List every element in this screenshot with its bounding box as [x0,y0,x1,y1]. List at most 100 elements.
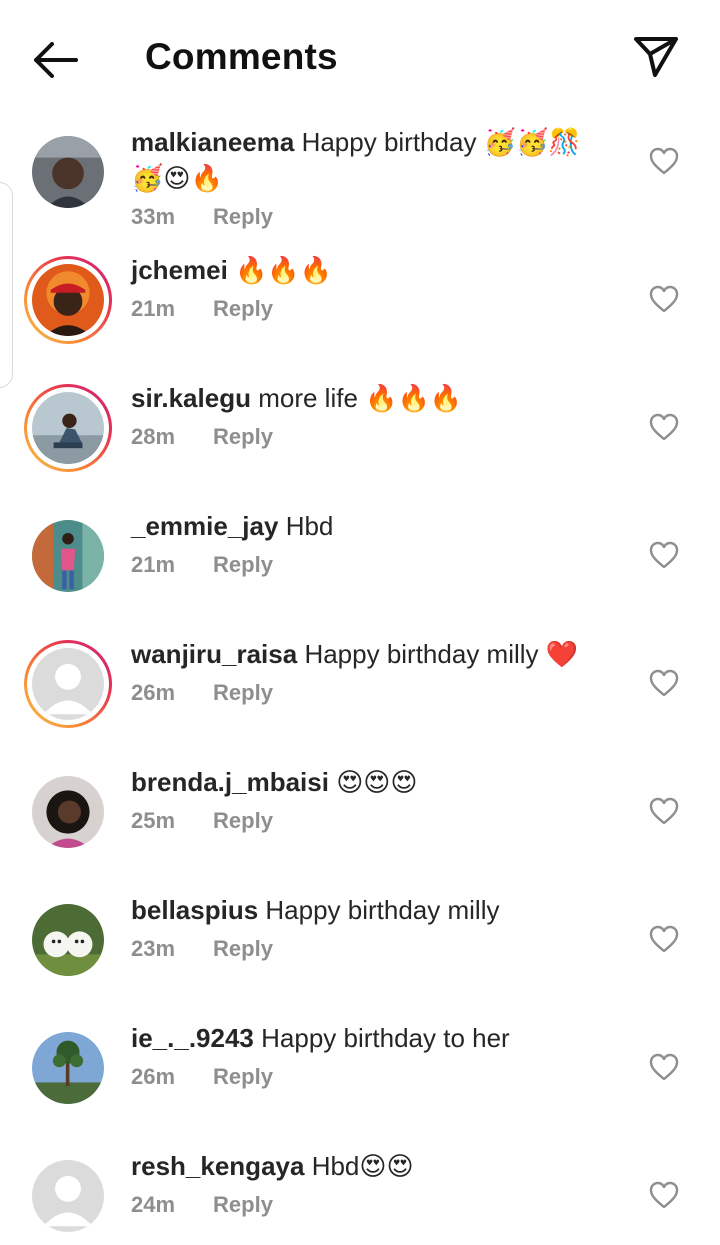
comment-text: ie_._.9243 Happy birthday to her [131,1020,611,1056]
like-comment-button[interactable] [648,796,680,826]
avatar[interactable] [24,1152,112,1240]
reply-button[interactable]: Reply [213,296,273,321]
comment-row: ie_._.9243 Happy birthday to her 26m Reply [0,1014,720,1142]
comment-meta: 25m Reply [131,808,273,834]
like-comment-button[interactable] [648,412,680,442]
like-comment-button[interactable] [648,924,680,954]
comment-message: 😍😍😍 [336,767,418,797]
arrow-left-icon [34,42,78,78]
avatar[interactable] [24,768,112,856]
comment-username[interactable]: brenda.j_mbaisi [131,767,329,797]
comment-text: brenda.j_mbaisi 😍😍😍 [131,764,611,800]
comment-message: 🔥🔥🔥 [235,255,333,285]
back-button[interactable] [28,36,84,84]
avatar-frame [32,1160,104,1232]
avatar-frame [27,643,109,725]
heart-outline-icon [649,925,679,953]
comment-meta: 26m Reply [131,1064,273,1090]
avatar-photo [32,1032,104,1104]
comment-text: jchemei 🔥🔥🔥 [131,252,611,288]
avatar-frame [32,1032,104,1104]
avatar[interactable] [24,896,112,984]
reply-button[interactable]: Reply [213,204,273,229]
comment-username[interactable]: bellaspius [131,895,258,925]
default-avatar-icon [32,1160,104,1232]
reply-button[interactable]: Reply [213,552,273,577]
avatar-photo [32,520,104,592]
comment-meta: 33m Reply [131,204,273,230]
comment-message: Happy birthday milly ❤️ [304,639,579,669]
comment-message: Hbd [285,511,334,541]
comment-timestamp: 23m [131,936,176,961]
comment-row: jchemei 🔥🔥🔥 21m Reply [0,246,720,374]
like-comment-button[interactable] [648,668,680,698]
comment-text: _emmie_jay Hbd [131,508,611,544]
comment-row: bellaspius Happy birthday milly 23m Reply [0,886,720,1014]
share-button[interactable] [628,30,684,82]
avatar-photo [32,776,104,848]
avatar-story-ring[interactable] [24,640,112,728]
comment-username[interactable]: sir.kalegu [131,383,251,413]
heart-outline-icon [649,797,679,825]
comment-meta: 21m Reply [131,552,273,578]
comment-timestamp: 24m [131,1192,176,1217]
comment-username[interactable]: wanjiru_raisa [131,639,297,669]
comment-timestamp: 26m [131,1064,176,1089]
reply-button[interactable]: Reply [213,936,273,961]
like-comment-button[interactable] [648,1180,680,1210]
heart-outline-icon [649,541,679,569]
comment-row: resh_kengaya Hbd😍😍 24m Reply [0,1142,720,1245]
reply-button[interactable]: Reply [213,680,273,705]
avatar[interactable] [24,128,112,216]
avatar-frame [27,259,109,341]
avatar-frame [32,520,104,592]
comment-meta: 24m Reply [131,1192,273,1218]
default-avatar-icon [32,648,104,720]
heart-outline-icon [649,413,679,441]
comment-username[interactable]: ie_._.9243 [131,1023,254,1053]
comment-row: malkianeema Happy birthday 🥳🥳🎊🥳😍🔥 33m Repl… [0,118,720,246]
comment-username[interactable]: malkianeema [131,127,294,157]
avatar-frame [27,387,109,469]
comment-row: brenda.j_mbaisi 😍😍😍 25m Reply [0,758,720,886]
reply-button[interactable]: Reply [213,808,273,833]
comment-text: wanjiru_raisa Happy birthday milly ❤️ [131,636,611,672]
reply-button[interactable]: Reply [213,1192,273,1217]
reply-button[interactable]: Reply [213,424,273,449]
avatar-frame [32,904,104,976]
comment-message: Happy birthday to her [261,1023,510,1053]
comment-meta: 26m Reply [131,680,273,706]
comment-message: Hbd😍😍 [311,1151,414,1181]
comment-text: sir.kalegu more life 🔥🔥🔥 [131,380,611,416]
top-bar: Comments [0,0,720,118]
heart-outline-icon [649,147,679,175]
avatar[interactable] [24,512,112,600]
comment-timestamp: 25m [131,808,176,833]
heart-outline-icon [649,1053,679,1081]
comment-username[interactable]: _emmie_jay [131,511,278,541]
comment-timestamp: 28m [131,424,176,449]
avatar-story-ring[interactable] [24,384,112,472]
comment-username[interactable]: resh_kengaya [131,1151,304,1181]
comment-message: Happy birthday milly [265,895,500,925]
reply-button[interactable]: Reply [213,1064,273,1089]
like-comment-button[interactable] [648,146,680,176]
comment-username[interactable]: jchemei [131,255,228,285]
avatar-frame [32,136,104,208]
comment-meta: 21m Reply [131,296,273,322]
heart-outline-icon [649,285,679,313]
comment-text: resh_kengaya Hbd😍😍 [131,1148,611,1184]
comment-row: wanjiru_raisa Happy birthday milly ❤️ 26m… [0,630,720,758]
like-comment-button[interactable] [648,540,680,570]
comment-meta: 28m Reply [131,424,273,450]
avatar-photo [32,264,104,336]
like-comment-button[interactable] [648,1052,680,1082]
avatar-photo [32,136,104,208]
comment-row: _emmie_jay Hbd 21m Reply [0,502,720,630]
avatar-frame [32,776,104,848]
avatar-story-ring[interactable] [24,256,112,344]
comment-timestamp: 33m [131,204,176,229]
avatar-photo [32,392,104,464]
like-comment-button[interactable] [648,284,680,314]
avatar[interactable] [24,1024,112,1112]
